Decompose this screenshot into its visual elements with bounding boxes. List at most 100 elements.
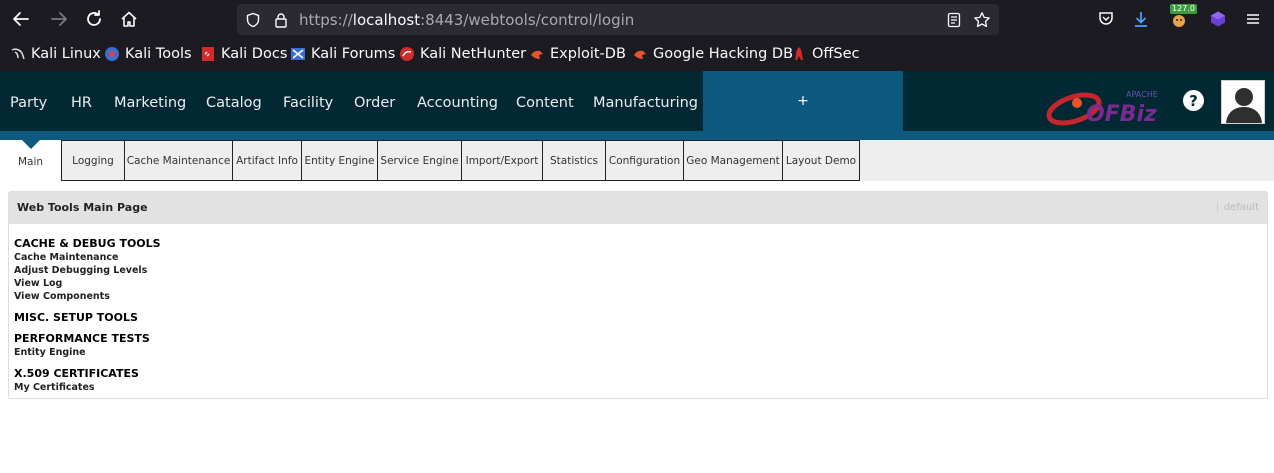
downloads-icon[interactable] [1130,8,1152,30]
tab-label: Artifact Info [236,154,298,167]
tab-label: Logging [72,154,114,167]
bookmark-label: Kali Forums [311,46,396,62]
exploit-db-icon [529,46,545,62]
link-adjust-debugging-levels[interactable]: Adjust Debugging Levels [14,264,161,277]
section-x509-certificates: X.509 CERTIFICATES My Certificates [14,367,139,394]
active-tab-indicator [22,140,40,149]
tab-label: Statistics [550,154,598,167]
tab-cache-maintenance[interactable]: Cache Maintenance [125,140,233,181]
bookmark-google-hacking-db[interactable]: Google Hacking DB [632,44,793,64]
tab-label: Configuration [608,154,681,167]
bookmark-kali-linux[interactable]: Kali Linux [10,44,101,64]
app-nav-facility[interactable]: Facility [283,95,333,111]
url-prefix: https:// [299,11,353,29]
link-entity-engine[interactable]: Entity Engine [14,346,150,359]
kali-forums-icon [290,46,306,62]
nethunter-icon [399,46,415,62]
default-label[interactable]: default [1216,202,1259,213]
header-accent-strip [0,131,1274,140]
pocket-icon[interactable] [1095,8,1117,30]
user-avatar[interactable] [1221,80,1265,124]
tab-main-label: Main [17,156,44,168]
ofbiz-logo[interactable]: APACHE OFBiz [1044,81,1166,127]
url-text[interactable]: https://localhost:8443/webtools/control/… [299,11,634,29]
link-my-certificates[interactable]: My Certificates [14,381,139,394]
reader-view-icon[interactable] [945,11,963,29]
url-path: :8443/webtools/control/login [420,11,635,29]
link-view-log[interactable]: View Log [14,277,161,290]
logo-small-text: APACHE [1126,90,1158,99]
bookmarks-bar: Kali Linux Kali Tools Kali Docs Kali For… [0,38,1274,71]
extension-badge: 127.0 [1170,4,1197,14]
hamburger-menu-icon[interactable] [1242,8,1264,30]
panel-title: Web Tools Main Page [17,201,148,214]
section-cache-debug-tools: CACHE & DEBUG TOOLS Cache Maintenance Ad… [14,237,161,303]
shield-icon[interactable] [244,11,262,29]
link-cache-maintenance[interactable]: Cache Maintenance [14,251,161,264]
bookmark-label: Kali Tools [125,46,192,62]
tab-label: Import/Export [465,154,539,167]
panel-header: Web Tools Main Page default [9,192,1267,224]
tab-label: Entity Engine [304,154,375,167]
help-icon[interactable]: ? [1183,90,1204,111]
app-nav-manufacturing[interactable]: Manufacturing [593,95,698,111]
bookmark-label: Kali Linux [31,46,101,62]
app-nav-content[interactable]: Content [516,95,574,111]
tab-label: Layout Demo [785,154,857,167]
reload-icon[interactable] [82,7,106,31]
webtools-tab-bar: Main Logging Cache Maintenance Artifact … [0,140,1274,181]
bookmark-exploit-db[interactable]: Exploit-DB [529,44,626,64]
tab-logging[interactable]: Logging [61,140,125,181]
bookmark-star-icon[interactable] [973,11,991,29]
main-panel: Web Tools Main Page default CACHE & DEBU… [8,191,1268,399]
section-title: MISC. SETUP TOOLS [14,311,138,324]
bookmark-kali-forums[interactable]: Kali Forums [290,44,395,64]
app-nav-order[interactable]: Order [354,95,395,111]
bookmark-label: Exploit-DB [550,46,626,62]
avatar-icon [1226,88,1262,123]
forward-arrow-icon[interactable] [47,7,71,31]
app-nav-marketing[interactable]: Marketing [114,95,186,111]
app-nav-catalog[interactable]: Catalog [206,95,262,111]
foxyproxy-extension-icon[interactable]: 127.0 [1168,4,1197,30]
section-misc-setup-tools: MISC. SETUP TOOLS [14,311,138,325]
app-header: Party HR Marketing Catalog Facility Orde… [0,71,1274,131]
tab-configuration[interactable]: Configuration [606,140,684,181]
back-arrow-icon[interactable] [9,7,33,31]
tab-service-engine[interactable]: Service Engine [378,140,462,181]
bookmark-label: Google Hacking DB [653,46,794,62]
kali-dragon-icon [10,46,26,62]
bookmark-kali-docs[interactable]: Kali Docs [200,44,287,64]
tab-label: Service Engine [380,154,459,167]
logo-big-text: OFBiz [1086,102,1157,127]
lock-icon[interactable] [272,11,290,29]
app-nav-hr[interactable]: HR [71,95,92,111]
help-label: ? [1189,91,1198,110]
more-apps-button[interactable]: + [703,71,903,131]
section-performance-tests: PERFORMANCE TESTS Entity Engine [14,332,150,359]
bookmark-kali-nethunter[interactable]: Kali NetHunter [399,44,526,64]
ghdb-icon [632,46,648,62]
bookmark-label: Kali Docs [221,46,288,62]
tab-statistics[interactable]: Statistics [543,140,606,181]
link-view-components[interactable]: View Components [14,290,161,303]
tab-import-export[interactable]: Import/Export [462,140,543,181]
tab-layout-demo[interactable]: Layout Demo [783,140,860,181]
address-bar[interactable]: https://localhost:8443/webtools/control/… [237,4,999,35]
app-nav-accounting[interactable]: Accounting [417,95,498,111]
tab-artifact-info[interactable]: Artifact Info [233,140,302,181]
bookmark-offsec[interactable]: OffSec [791,44,860,64]
browser-toolbar: https://localhost:8443/webtools/control/… [0,0,1274,38]
section-title: CACHE & DEBUG TOOLS [14,237,161,250]
bookmark-label: Kali NetHunter [420,46,527,62]
kali-docs-icon [200,46,216,62]
app-nav-party[interactable]: Party [10,95,47,111]
home-icon[interactable] [117,7,141,31]
url-host: localhost [352,11,421,29]
section-title: PERFORMANCE TESTS [14,332,150,345]
tab-entity-engine[interactable]: Entity Engine [302,140,378,181]
bookmark-kali-tools[interactable]: Kali Tools [104,44,192,64]
kali-tools-icon [104,46,120,62]
extension-cube-icon[interactable] [1207,8,1229,30]
tab-geo-management[interactable]: Geo Management [684,140,783,181]
